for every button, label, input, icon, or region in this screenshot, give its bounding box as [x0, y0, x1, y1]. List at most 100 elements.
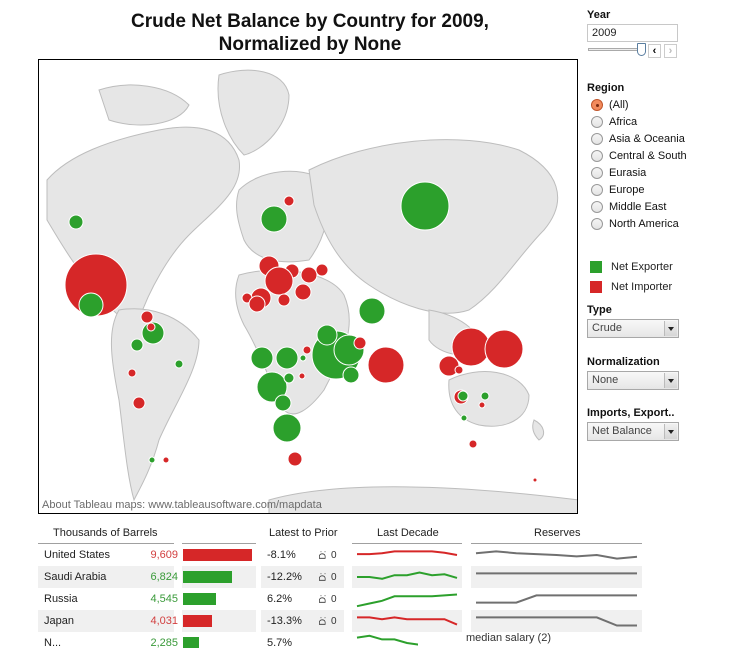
exporter-bubble[interactable]	[480, 391, 490, 401]
exporter-bubble[interactable]	[274, 394, 292, 412]
radio-button[interactable]	[591, 149, 603, 162]
radio-button[interactable]	[591, 132, 603, 145]
importer-bubble[interactable]	[132, 396, 146, 410]
radio-button[interactable]	[591, 217, 603, 230]
reserves-sparkline[interactable]	[471, 566, 642, 588]
exporter-bubble[interactable]	[283, 372, 295, 384]
importer-bubble[interactable]	[367, 346, 405, 384]
value-bar[interactable]	[183, 637, 199, 648]
type-dropdown[interactable]: Crude	[587, 319, 679, 338]
year-input[interactable]: 2009	[587, 24, 678, 42]
region-option[interactable]: Middle East	[587, 198, 687, 215]
importer-bubble[interactable]	[532, 477, 538, 483]
importer-bubble[interactable]	[294, 283, 312, 301]
region-option[interactable]: North America	[587, 215, 687, 232]
decade-sparkline[interactable]	[352, 588, 462, 610]
normalization-label: Normalization	[587, 356, 660, 368]
imports-exports-dropdown[interactable]: Net Balance	[587, 422, 679, 441]
importer-bubble[interactable]	[300, 266, 318, 284]
year-prev-button[interactable]: ‹	[648, 44, 661, 58]
region-option[interactable]: (All)	[587, 96, 687, 113]
radio-button[interactable]	[591, 115, 603, 128]
legend-item-exporter[interactable]: Net Exporter	[587, 257, 673, 277]
exporter-bubble[interactable]	[260, 205, 288, 233]
dropdown-arrow-icon[interactable]	[664, 424, 677, 439]
importer-bubble[interactable]	[264, 266, 294, 296]
exporter-bubble[interactable]	[272, 413, 302, 443]
exporter-bubble[interactable]	[457, 390, 469, 402]
world-map[interactable]: About Tableau maps: www.tableausoftware.…	[38, 59, 578, 514]
region-option[interactable]: Central & South	[587, 147, 687, 164]
exporter-bubble[interactable]	[250, 346, 274, 370]
table-row[interactable]: Japan 4,031 -13.3% D: 0	[38, 610, 678, 632]
decade-sparkline-line	[356, 593, 458, 608]
decade-sparkline[interactable]	[352, 610, 462, 632]
slider-track[interactable]	[588, 48, 644, 51]
table-row[interactable]: Saudi Arabia 6,824 -12.2% D: 0	[38, 566, 678, 588]
importer-bubble[interactable]	[302, 345, 312, 355]
importer-bubble[interactable]	[287, 451, 303, 467]
region-option[interactable]: Eurasia	[587, 164, 687, 181]
radio-button[interactable]	[591, 98, 603, 111]
importer-bubble[interactable]	[484, 329, 524, 369]
reserves-sparkline[interactable]	[471, 544, 642, 566]
year-slider[interactable]: ‹ ›	[587, 43, 679, 59]
decade-sparkline[interactable]	[352, 566, 462, 588]
table-row[interactable]: United States 9,609 -8.1% D: 0	[38, 544, 678, 566]
region-option[interactable]: Asia & Oceania	[587, 130, 687, 147]
value-bar[interactable]	[183, 615, 212, 627]
importer-bubble[interactable]	[127, 368, 137, 378]
table-row[interactable]: Russia 4,545 6.2% D: 0	[38, 588, 678, 610]
legend-item-importer[interactable]: Net Importer	[587, 277, 673, 297]
importer-bubble[interactable]	[478, 401, 486, 409]
exporter-swatch	[590, 261, 602, 273]
exporter-bubble[interactable]	[460, 414, 468, 422]
exporter-bubble[interactable]	[174, 359, 184, 369]
exporter-bubble[interactable]	[342, 366, 360, 384]
map-credit-link[interactable]: About Tableau maps: www.tableausoftware.…	[42, 499, 322, 511]
change-pct: 5.7%	[267, 637, 293, 648]
exporter-bubble[interactable]	[316, 324, 338, 346]
importer-bubble[interactable]	[140, 310, 154, 324]
importer-bubble[interactable]	[277, 293, 291, 307]
value-bar[interactable]	[183, 549, 252, 561]
radio-button[interactable]	[591, 166, 603, 179]
region-option[interactable]: Africa	[587, 113, 687, 130]
legend-label: Net Importer	[611, 281, 673, 293]
importer-bubble[interactable]	[315, 263, 329, 277]
slider-thumb[interactable]	[637, 43, 646, 56]
radio-button[interactable]	[591, 200, 603, 213]
exporter-bubble[interactable]	[130, 338, 144, 352]
dropdown-arrow-icon[interactable]	[664, 373, 677, 388]
exporter-bubble[interactable]	[78, 292, 104, 318]
importer-bubble[interactable]	[468, 439, 478, 449]
header-decade: Last Decade	[377, 527, 439, 539]
decade-sparkline[interactable]	[352, 544, 462, 566]
radio-button[interactable]	[591, 183, 603, 196]
importer-bubble[interactable]	[146, 322, 156, 332]
reserves-sparkline[interactable]	[471, 588, 642, 610]
importer-bubble[interactable]	[454, 365, 464, 375]
delta-label: D:	[317, 594, 328, 604]
importer-bubble[interactable]	[248, 295, 266, 313]
region-option[interactable]: Europe	[587, 181, 687, 198]
year-next-button[interactable]: ›	[664, 44, 677, 58]
exporter-bubble[interactable]	[275, 346, 299, 370]
type-filter: Type Crude	[587, 304, 679, 338]
importer-bubble[interactable]	[162, 456, 170, 464]
map-canvas[interactable]	[39, 60, 578, 514]
normalization-dropdown[interactable]: None	[587, 371, 679, 390]
exporter-bubble[interactable]	[358, 297, 386, 325]
exporter-bubble[interactable]	[400, 181, 450, 231]
importer-bubble[interactable]	[353, 336, 367, 350]
exporter-bubble[interactable]	[68, 214, 84, 230]
exporter-bubble[interactable]	[299, 354, 307, 362]
reserves-sparkline[interactable]	[471, 610, 642, 632]
dropdown-arrow-icon[interactable]	[664, 321, 677, 336]
value-bar[interactable]	[183, 571, 232, 583]
region-label: Region	[587, 82, 625, 94]
importer-bubble[interactable]	[298, 372, 306, 380]
value-bar[interactable]	[183, 593, 216, 605]
importer-bubble[interactable]	[283, 195, 295, 207]
exporter-bubble[interactable]	[148, 456, 156, 464]
